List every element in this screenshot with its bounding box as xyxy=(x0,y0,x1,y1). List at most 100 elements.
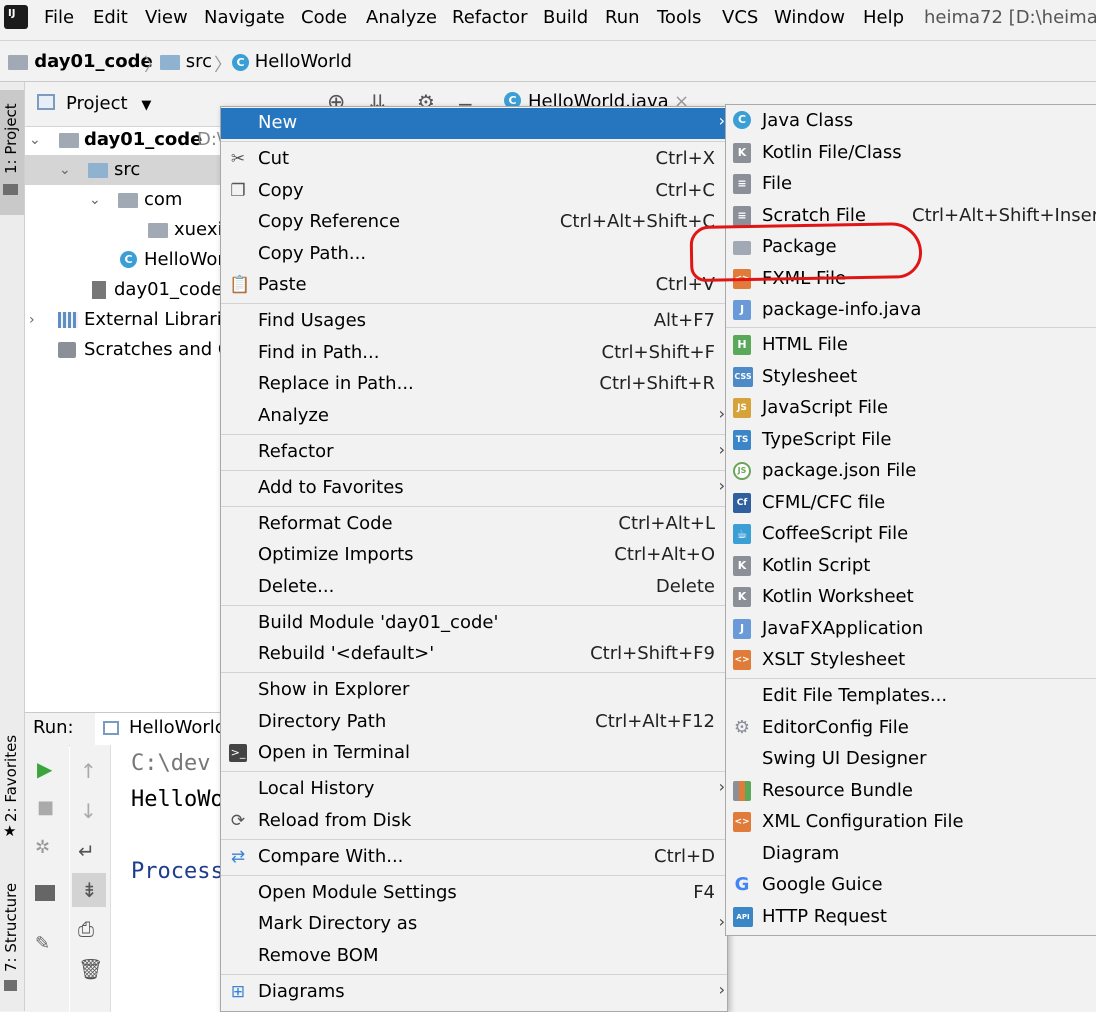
menu-view[interactable]: View xyxy=(145,7,188,28)
menu-item-diagrams[interactable]: ⊞ Diagrams › xyxy=(221,977,727,1008)
submenu-item-google-guice[interactable]: G Google Guice xyxy=(726,870,1096,901)
menu-item-reload-from-disk[interactable]: ⟳ Reload from Disk xyxy=(221,806,727,837)
submenu-item-cfml-file[interactable]: Cf CFML/CFC file xyxy=(726,488,1096,519)
submenu-item-file[interactable]: ≡ File xyxy=(726,169,1096,200)
stop-icon[interactable]: ■ xyxy=(37,797,54,818)
menu-item-find-in-path[interactable]: Find in Path... Ctrl+Shift+F xyxy=(221,338,727,369)
tree-row-xuexia[interactable]: xuexia xyxy=(25,215,234,245)
tree-row-scratches[interactable]: Scratches and C xyxy=(25,335,230,365)
menu-vcs[interactable]: VCS xyxy=(722,7,758,28)
submenu-item-resource-bundle[interactable]: Resource Bundle xyxy=(726,776,1096,807)
tree-row-module[interactable]: ⌄ day01_code D:\ xyxy=(25,125,225,155)
menu-item-mark-directory-as[interactable]: Mark Directory as › xyxy=(221,909,727,940)
soft-wrap-icon[interactable]: ↵ xyxy=(78,839,95,863)
submenu-item-kotlin-script[interactable]: K Kotlin Script xyxy=(726,551,1096,582)
menu-item-copy[interactable]: ❐ Copy Ctrl+C xyxy=(221,176,727,207)
submenu-item-xml-configuration-file[interactable]: <> XML Configuration File xyxy=(726,807,1096,838)
submenu-item-swing-ui-designer[interactable]: Swing UI Designer xyxy=(726,744,1096,775)
menu-item-reformat-code[interactable]: Reformat Code Ctrl+Alt+L xyxy=(221,509,727,540)
menu-item-rebuild[interactable]: Rebuild '<default>' Ctrl+Shift+F9 xyxy=(221,639,727,670)
menu-file[interactable]: File xyxy=(44,7,74,28)
tree-row-iml[interactable]: day01_code. xyxy=(25,275,228,305)
menu-item-replace-in-path[interactable]: Replace in Path... Ctrl+Shift+R xyxy=(221,369,727,400)
menu-item-analyze[interactable]: Analyze › xyxy=(221,401,727,432)
tree-row-com[interactable]: ⌄ com xyxy=(25,185,220,215)
expand-arrow-icon[interactable]: ⌄ xyxy=(29,125,41,155)
menu-item-open-module-settings[interactable]: Open Module Settings F4 xyxy=(221,878,727,909)
menu-code[interactable]: Code xyxy=(301,7,347,28)
menu-item-optimize-imports[interactable]: Optimize Imports Ctrl+Alt+O xyxy=(221,540,727,571)
menu-item-local-history[interactable]: Local History › xyxy=(221,774,727,805)
menu-item-delete[interactable]: Delete... Delete xyxy=(221,572,727,603)
submenu-item-diagram[interactable]: Diagram xyxy=(726,839,1096,870)
layout-icon[interactable] xyxy=(35,885,55,901)
run-panel-label: Run: xyxy=(33,717,74,738)
menu-item-add-to-favorites[interactable]: Add to Favorites › xyxy=(221,473,727,504)
menu-item-refactor[interactable]: Refactor › xyxy=(221,437,727,468)
rerun-icon[interactable]: ▶ xyxy=(37,757,52,781)
menu-item-show-in-explorer[interactable]: Show in Explorer xyxy=(221,675,727,706)
submenu-item-kotlin-file[interactable]: K Kotlin File/Class xyxy=(726,138,1096,169)
submenu-item-package-info[interactable]: J package-info.java xyxy=(726,295,1096,326)
menu-item-new[interactable]: New › xyxy=(221,108,727,139)
intellij-app-icon[interactable] xyxy=(4,5,28,29)
debug-icon[interactable]: ✲ xyxy=(35,837,50,858)
submenu-item-xslt-stylesheet[interactable]: <> XSLT Stylesheet xyxy=(726,645,1096,676)
pin-icon[interactable]: ✎ xyxy=(35,933,50,954)
menu-refactor[interactable]: Refactor xyxy=(452,7,528,28)
submenu-item-label: TypeScript File xyxy=(762,429,892,450)
print-icon[interactable]: ⎙ xyxy=(78,917,94,941)
submenu-item-javafx-application[interactable]: J JavaFXApplication xyxy=(726,614,1096,645)
submenu-item-package-json[interactable]: JS package.json File xyxy=(726,456,1096,487)
breadcrumb-module[interactable]: day01_code xyxy=(8,51,153,72)
tree-row-src[interactable]: ⌄ src xyxy=(25,155,220,185)
submenu-item-typescript-file[interactable]: TS TypeScript File xyxy=(726,425,1096,456)
menu-tools[interactable]: Tools xyxy=(657,7,701,28)
submenu-item-javascript-file[interactable]: JS JavaScript File xyxy=(726,393,1096,424)
menu-navigate[interactable]: Navigate xyxy=(204,7,285,28)
breadcrumb-src[interactable]: src xyxy=(160,51,212,72)
submenu-item-label: Kotlin File/Class xyxy=(762,142,902,163)
collapse-arrow-icon[interactable]: › xyxy=(29,305,35,335)
expand-arrow-icon[interactable]: ⌄ xyxy=(59,155,71,185)
expand-arrow-icon[interactable]: ⌄ xyxy=(89,185,101,215)
submenu-item-java-class[interactable]: C Java Class xyxy=(726,106,1096,137)
scroll-to-end-button[interactable]: ⇟ xyxy=(72,873,106,907)
menu-item-build-module[interactable]: Build Module 'day01_code' xyxy=(221,608,727,639)
menu-edit[interactable]: Edit xyxy=(93,7,128,28)
menu-item-directory-path[interactable]: Directory Path Ctrl+Alt+F12 xyxy=(221,707,727,738)
submenu-item-edit-file-templates[interactable]: Edit File Templates... xyxy=(726,681,1096,712)
structure-icon xyxy=(4,980,17,991)
submenu-item-coffeescript-file[interactable]: ☕ CoffeeScript File xyxy=(726,519,1096,550)
menu-help[interactable]: Help xyxy=(863,7,904,28)
tree-row-helloworld[interactable]: C HelloWor xyxy=(25,245,225,275)
menu-item-open-in-terminal[interactable]: >_ Open in Terminal xyxy=(221,738,727,769)
submenu-item-http-request[interactable]: API HTTP Request xyxy=(726,902,1096,933)
menu-item-compare-with[interactable]: ⇄ Compare With... Ctrl+D xyxy=(221,842,727,873)
trash-icon[interactable]: 🗑 xyxy=(78,957,103,981)
menu-item-copy-reference[interactable]: Copy Reference Ctrl+Alt+Shift+C xyxy=(221,207,727,238)
up-arrow-icon[interactable]: ↑ xyxy=(80,759,97,783)
submenu-item-stylesheet[interactable]: CSS Stylesheet xyxy=(726,362,1096,393)
menu-item-copy-path[interactable]: Copy Path... xyxy=(221,239,727,270)
submenu-item-editorconfig-file[interactable]: ⚙ EditorConfig File xyxy=(726,713,1096,744)
menu-window[interactable]: Window xyxy=(774,7,845,28)
project-tool-tab[interactable]: 1: Project xyxy=(0,90,24,215)
menu-item-remove-bom[interactable]: Remove BOM xyxy=(221,941,727,972)
favorites-tool-tab[interactable]: 2: Favorites ★ xyxy=(0,732,24,862)
submenu-item-html-file[interactable]: H HTML File xyxy=(726,330,1096,361)
submenu-item-kotlin-worksheet[interactable]: K Kotlin Worksheet xyxy=(726,582,1096,613)
run-tab-helloworld[interactable]: HelloWorlc xyxy=(95,713,225,748)
breadcrumb-class[interactable]: C HelloWorld xyxy=(232,51,352,72)
down-arrow-icon[interactable]: ↓ xyxy=(80,799,97,823)
menu-item-paste[interactable]: 📋 Paste Ctrl+V xyxy=(221,270,727,301)
tree-row-external-libraries[interactable]: › External Librarie xyxy=(25,305,233,335)
menu-run[interactable]: Run xyxy=(605,7,640,28)
project-view-selector[interactable]: Project ▼ xyxy=(66,93,151,114)
menu-analyze[interactable]: Analyze xyxy=(366,7,437,28)
submenu-item-label: File xyxy=(762,173,793,194)
menu-build[interactable]: Build xyxy=(543,7,588,28)
structure-tool-tab[interactable]: 7: Structure xyxy=(0,877,24,997)
menu-item-cut[interactable]: ✂ Cut Ctrl+X xyxy=(221,144,727,175)
menu-item-find-usages[interactable]: Find Usages Alt+F7 xyxy=(221,306,727,337)
